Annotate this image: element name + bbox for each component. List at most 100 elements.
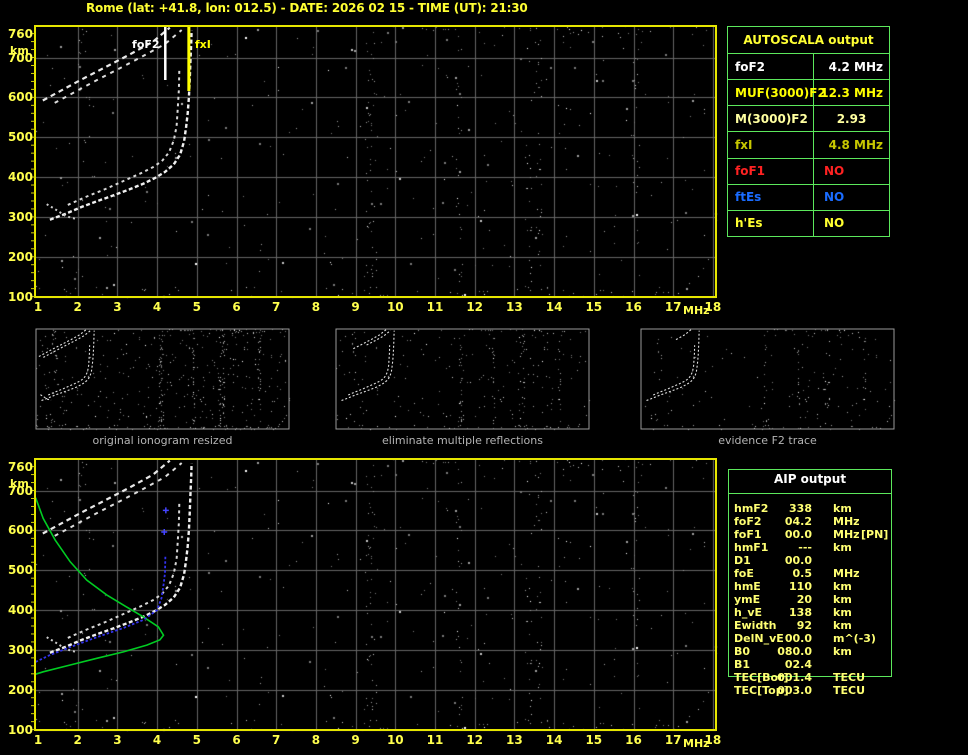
autoscala-table-header: AUTOSCALA output [728, 27, 889, 54]
x-tick-label: 16 [625, 733, 642, 747]
parameter-value: 003.0 [777, 684, 812, 697]
bottom-ionogram-traces [42, 459, 193, 654]
aip-row-fof1: foF1 00.0 MHz [PN] [728, 528, 892, 541]
fxi-marker-line [187, 27, 191, 91]
x-tick-label: 12 [466, 733, 484, 747]
y-tick-label: 760 [7, 26, 33, 41]
parameter-name: MUF(3000)F2 [728, 80, 826, 106]
y-tick-label: 600 [7, 523, 33, 538]
x-tick-label: 10 [386, 300, 404, 314]
aip-row-hmf1: hmF1 --- km [728, 541, 892, 554]
parameter-value: 001.4 [777, 671, 812, 684]
bottom-plot-border [34, 458, 717, 731]
autoscala-row-fof1: foF1 NO [728, 158, 889, 185]
parameter-unit: MHz [833, 528, 860, 541]
x-tick-label: 9 [351, 733, 360, 747]
x-tick-label: 10 [386, 733, 404, 747]
x-tick-label: 15 [585, 300, 603, 314]
parameter-unit: m^(-3) [833, 632, 876, 645]
parameter-value: 00.0 [784, 528, 812, 541]
panel-1-border [35, 328, 290, 430]
y-tick-label: 600 [7, 90, 33, 105]
page-title: Rome (lat: +41.8, lon: 012.5) - DATE: 20… [86, 1, 528, 15]
parameter-unit: MHz [833, 515, 860, 528]
parameter-value: 04.2 [784, 515, 812, 528]
aip-row-tec-bot-: TEC[Bot] 001.4 TECU [728, 671, 892, 684]
autoscala-row-fxi: fxI 4.8 MHz [728, 132, 889, 159]
top-ionogram-traces [42, 26, 193, 221]
aip-row-foe: foE 0.5 MHz [728, 567, 892, 580]
parameter-value: 92 [796, 619, 812, 632]
x-tick-label: 4 [152, 300, 162, 314]
parameter-name: B1 [734, 658, 751, 671]
parameter-value: 4.8 MHz [828, 137, 883, 152]
y-tick-label: 500 [7, 130, 33, 145]
x-tick-label: 2 [73, 300, 82, 314]
parameter-unit: km [833, 541, 852, 554]
parameter-unit: km [833, 619, 852, 632]
panel-1-traces [38, 329, 95, 402]
y-tick-label: 100 [7, 722, 33, 737]
x-tick-label: 8 [311, 733, 321, 747]
parameter-value: NO [824, 216, 845, 231]
parameter-name: fxI [728, 132, 814, 158]
parameter-value: 20 [796, 593, 812, 606]
aip-row-b1: B1 02.4 [728, 658, 892, 671]
panel-2-traces [341, 329, 395, 402]
aip-profile-traces [35, 497, 169, 675]
parameter-value: 00.0 [784, 632, 812, 645]
x-tick-label: 12 [466, 300, 484, 314]
panel-2-border [335, 328, 590, 430]
x-tick-label: 5 [192, 300, 201, 314]
parameter-name: M(3000)F2 [728, 106, 814, 132]
parameter-note: [PN] [861, 528, 889, 541]
y-axis-unit-label: km [10, 44, 29, 57]
y-tick-label: 400 [7, 603, 33, 618]
y-tick-label: 500 [7, 563, 33, 578]
x-tick-label: 4 [152, 733, 162, 747]
parameter-value: 12.3 MHz [820, 85, 883, 100]
aip-header-separator [729, 493, 891, 494]
parameter-unit: km [833, 645, 852, 658]
blue-cross-marker [161, 528, 168, 535]
aip-row-hmf2: hmF2 338 km [728, 502, 892, 515]
y-tick-label: 200 [7, 682, 33, 697]
fof2-marker-label: foF2 [132, 38, 160, 51]
fxi-marker-label: fxI [195, 38, 211, 51]
y-tick-label: 300 [7, 209, 33, 224]
x-tick-label: 15 [585, 733, 603, 747]
parameter-name: foE [734, 567, 754, 580]
x-tick-label: 16 [625, 300, 642, 314]
x-tick-label: 7 [272, 300, 281, 314]
parameter-value: NO [824, 164, 845, 179]
panel-3-border [640, 328, 895, 430]
aip-table-header: AIP output [773, 472, 847, 486]
parameter-unit: MHz [833, 567, 860, 580]
parameter-value: 2.93 [836, 111, 867, 126]
parameter-name: foF1 [728, 158, 814, 184]
x-tick-label: 3 [113, 733, 122, 747]
autoscala-output-table: AUTOSCALA output foF2 4.2 MHz MUF(3000)F2 1… [727, 26, 890, 237]
y-axis-unit-label: km [10, 477, 29, 490]
y-tick-label: 400 [7, 170, 33, 185]
x-tick-label: 11 [426, 733, 444, 747]
parameter-unit: km [833, 606, 852, 619]
parameter-unit: TECU [833, 671, 866, 684]
x-tick-label: 13 [506, 300, 523, 314]
y-tick-label: 200 [7, 249, 33, 264]
parameter-name: D1 [734, 554, 751, 567]
parameter-unit: km [833, 593, 852, 606]
parameter-value: 080.0 [777, 645, 812, 658]
blue-cross-marker [162, 507, 169, 514]
x-tick-label: 11 [426, 300, 444, 314]
x-axis-unit-label: MHz [683, 304, 710, 317]
y-tick-label: 300 [7, 642, 33, 657]
parameter-unit: km [833, 580, 852, 593]
panel-caption-original: original ionogram resized [92, 434, 233, 447]
parameter-unit: km [833, 502, 852, 515]
aip-row-b0: B0 080.0 km [728, 645, 892, 658]
aip-row-d1: D1 00.0 [728, 554, 892, 567]
y-tick-label: 100 [7, 289, 33, 304]
aip-row-yme: ymE 20 km [728, 593, 892, 606]
parameter-name: foF2 [728, 54, 814, 80]
